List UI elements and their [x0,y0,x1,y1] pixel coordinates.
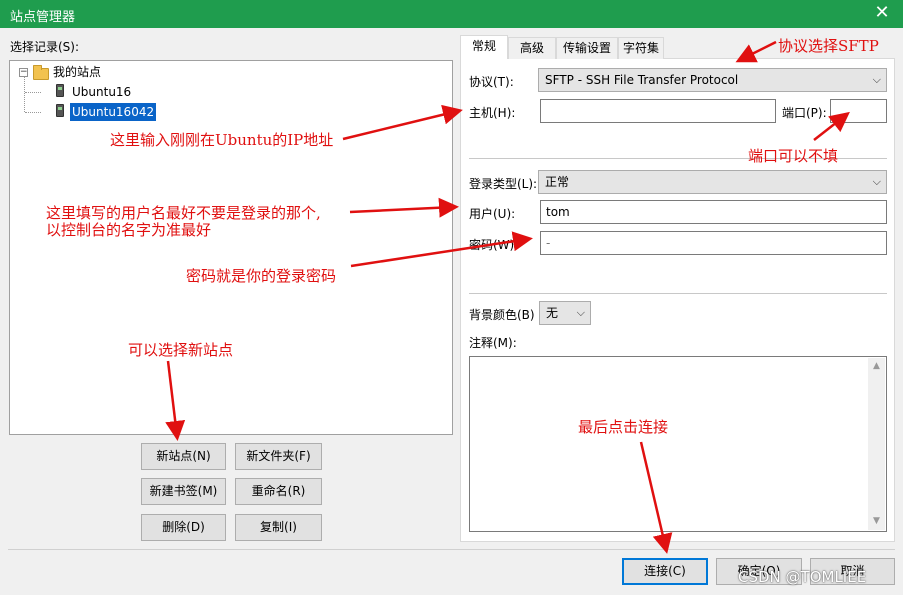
annotation-arrows [165,40,850,554]
arrow-host [342,104,463,141]
watermark: CSDN @TOMLIEE [738,568,867,586]
arrow-port [813,111,850,141]
arrow-password [350,231,533,268]
arrow-connect [639,441,673,554]
arrow-new-site [165,360,186,441]
arrow-user [349,197,459,218]
tab-general[interactable]: 常规 [460,35,508,59]
arrow-protocol [735,40,777,63]
